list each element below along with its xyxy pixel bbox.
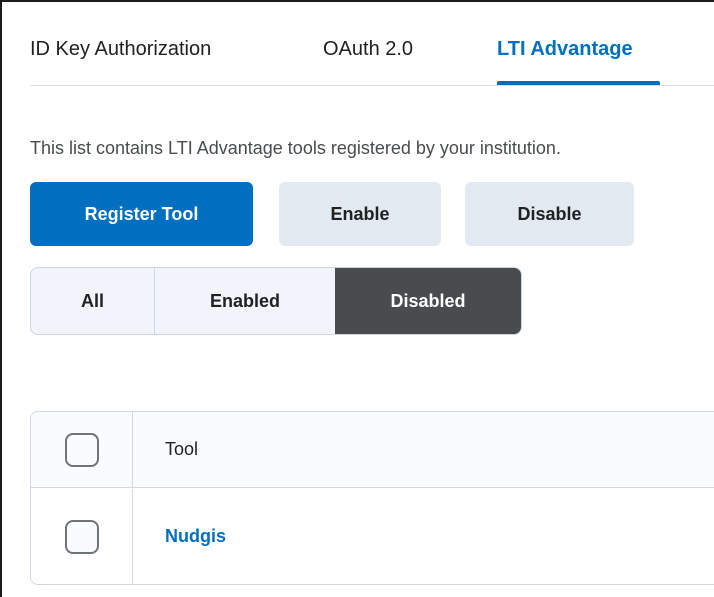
tools-table: Tool Nudgis <box>30 411 714 585</box>
filter-enabled[interactable]: Enabled <box>155 268 335 334</box>
page-description: This list contains LTI Advantage tools r… <box>30 138 561 158</box>
enable-button[interactable]: Enable <box>279 182 441 246</box>
register-tool-button[interactable]: Register Tool <box>30 182 253 246</box>
tool-name-link[interactable]: Nudgis <box>133 526 226 547</box>
row-select-cell <box>31 489 133 584</box>
tab-bar: ID Key Authorization OAuth 2.0 LTI Advan… <box>30 2 714 86</box>
select-all-checkbox[interactable] <box>64 432 99 467</box>
status-filter: All Enabled Disabled <box>30 267 522 335</box>
tab-lti-advantage[interactable]: LTI Advantage <box>497 36 633 62</box>
table-row: Nudgis <box>31 489 714 584</box>
tab-oauth-2[interactable]: OAuth 2.0 <box>323 36 413 62</box>
select-all-cell <box>31 412 133 487</box>
filter-all[interactable]: All <box>31 268 155 334</box>
row-checkbox[interactable] <box>64 519 99 554</box>
app-frame: ID Key Authorization OAuth 2.0 LTI Advan… <box>0 0 714 597</box>
tab-id-key-authorization[interactable]: ID Key Authorization <box>30 36 211 62</box>
disable-button[interactable]: Disable <box>465 182 634 246</box>
column-header-tool: Tool <box>165 439 199 459</box>
active-tab-indicator <box>497 81 660 85</box>
table-header-row: Tool <box>31 412 714 488</box>
filter-disabled[interactable]: Disabled <box>335 268 521 334</box>
